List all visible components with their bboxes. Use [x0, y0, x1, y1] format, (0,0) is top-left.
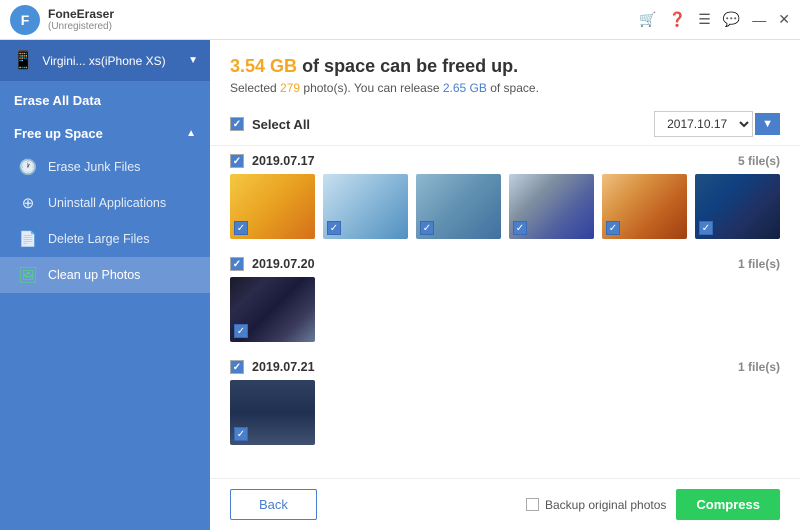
- sidebar-item-erase-junk[interactable]: 🕐 Erase Junk Files: [0, 149, 210, 185]
- select-all-bar: ✓ Select All 2017.10.17 2018.01.01 2019.…: [210, 103, 800, 146]
- sidebar-freeup-label: Free up Space: [14, 126, 103, 141]
- desc-count: 279: [280, 81, 300, 95]
- freed-desc: Selected 279 photo(s). You can release 2…: [230, 81, 780, 95]
- photo-thumb[interactable]: ✓: [416, 174, 501, 239]
- date-dropdown[interactable]: 2017.10.17 2018.01.01 2019.07.17 ▼: [654, 111, 780, 137]
- back-button[interactable]: Back: [230, 489, 317, 520]
- desc-prefix: Selected: [230, 81, 280, 95]
- thumb-checkbox[interactable]: ✓: [513, 221, 527, 235]
- backup-text: Backup original photos: [545, 498, 666, 512]
- thumb-checkbox[interactable]: ✓: [234, 324, 248, 338]
- app-info: FoneEraser (Unregistered): [48, 7, 114, 32]
- app-name: FoneEraser: [48, 7, 114, 21]
- minimize-btn[interactable]: —: [752, 12, 766, 28]
- date-select[interactable]: 2017.10.17 2018.01.01 2019.07.17: [654, 111, 753, 137]
- sidebar-item-label: Uninstall Applications: [48, 196, 166, 210]
- select-all-left: ✓ Select All: [230, 117, 310, 132]
- sidebar-erase-title: Erase All Data: [0, 81, 210, 116]
- photo-thumb[interactable]: ✓: [230, 174, 315, 239]
- sidebar-item-delete-large[interactable]: 📄 Delete Large Files: [0, 221, 210, 257]
- titlebar-controls: 🛒 ❓ ☰ 💬 — ✕: [639, 11, 790, 28]
- date-group-1-header: ✓ 2019.07.17 5 file(s): [230, 146, 780, 174]
- photo-thumb[interactable]: ✓: [602, 174, 687, 239]
- freed-text: of space can be freed up.: [302, 56, 518, 76]
- group3-checkbox[interactable]: ✓: [230, 360, 244, 374]
- group2-checkbox[interactable]: ✓: [230, 257, 244, 271]
- group3-file-count: 1 file(s): [738, 360, 780, 374]
- main-layout: 📱 Virgini... xs(iPhone XS) ▼ Erase All D…: [0, 40, 800, 530]
- sidebar: 📱 Virgini... xs(iPhone XS) ▼ Erase All D…: [0, 40, 210, 530]
- sidebar-freeup-section: Free up Space ▲: [0, 116, 210, 149]
- photo-area: ✓ 2019.07.17 5 file(s) ✓ ✓ ✓: [210, 146, 800, 478]
- sidebar-item-label: Erase Junk Files: [48, 160, 140, 174]
- titlebar-left: F FoneEraser (Unregistered): [10, 5, 114, 35]
- content-area: 3.54 GB of space can be freed up. Select…: [210, 40, 800, 530]
- date-group-2-header-left: ✓ 2019.07.20: [230, 257, 315, 271]
- group2-date: 2019.07.20: [252, 257, 315, 271]
- desc-release: 2.65 GB: [443, 81, 487, 95]
- date-group-3: ✓ 2019.07.21 1 file(s) ✓: [230, 352, 780, 445]
- phone-icon: 📱: [12, 50, 34, 71]
- date-group-2: ✓ 2019.07.20 1 file(s) ✓: [230, 249, 780, 342]
- select-all-label: Select All: [252, 117, 310, 132]
- footer: Back Backup original photos Compress: [210, 478, 800, 530]
- titlebar: F FoneEraser (Unregistered) 🛒 ❓ ☰ 💬 — ✕: [0, 0, 800, 40]
- group1-file-count: 5 file(s): [738, 154, 780, 168]
- photo-thumb[interactable]: ✓: [230, 277, 315, 342]
- group1-photo-grid: ✓ ✓ ✓ ✓ ✓ ✓: [230, 174, 780, 239]
- date-dropdown-btn[interactable]: ▼: [755, 113, 780, 135]
- group1-date: 2019.07.17: [252, 154, 315, 168]
- group3-date: 2019.07.21: [252, 360, 315, 374]
- photo-thumb[interactable]: ✓: [230, 380, 315, 445]
- photo-thumb[interactable]: ✓: [695, 174, 780, 239]
- content-header: 3.54 GB of space can be freed up. Select…: [210, 40, 800, 103]
- date-group-3-header: ✓ 2019.07.21 1 file(s): [230, 352, 780, 380]
- group1-checkbox[interactable]: ✓: [230, 154, 244, 168]
- backup-checkbox[interactable]: [526, 498, 539, 511]
- photo-icon: 🖼: [18, 266, 38, 284]
- sidebar-item-label: Delete Large Files: [48, 232, 149, 246]
- freed-size: 3.54 GB: [230, 56, 297, 76]
- footer-right: Backup original photos Compress: [526, 489, 780, 520]
- question-icon[interactable]: ❓: [669, 11, 686, 28]
- clock-icon: 🕐: [18, 158, 38, 176]
- thumb-checkbox[interactable]: ✓: [420, 221, 434, 235]
- group3-photo-grid: ✓: [230, 380, 780, 445]
- date-group-1-header-left: ✓ 2019.07.17: [230, 154, 315, 168]
- photo-thumb[interactable]: ✓: [323, 174, 408, 239]
- desc-suffix: of space.: [487, 81, 539, 95]
- menu-icon[interactable]: ☰: [698, 11, 711, 28]
- app-icon: F: [10, 5, 40, 35]
- chevron-up-icon: ▲: [186, 128, 196, 139]
- cart-icon[interactable]: 🛒: [639, 11, 656, 28]
- compress-button[interactable]: Compress: [676, 489, 780, 520]
- feedback-icon[interactable]: 💬: [723, 11, 740, 28]
- group2-file-count: 1 file(s): [738, 257, 780, 271]
- device-name: Virgini... xs(iPhone XS): [42, 54, 180, 68]
- thumb-checkbox[interactable]: ✓: [699, 221, 713, 235]
- date-group-3-header-left: ✓ 2019.07.21: [230, 360, 315, 374]
- thumb-checkbox[interactable]: ✓: [327, 221, 341, 235]
- sidebar-item-uninstall-apps[interactable]: ⊕ Uninstall Applications: [0, 185, 210, 221]
- app-subtitle: (Unregistered): [48, 21, 114, 32]
- group2-photo-grid: ✓: [230, 277, 780, 342]
- file-icon: 📄: [18, 230, 38, 248]
- desc-mid: photo(s). You can release: [300, 81, 443, 95]
- device-selector[interactable]: 📱 Virgini... xs(iPhone XS) ▼: [0, 40, 210, 81]
- thumb-checkbox[interactable]: ✓: [234, 221, 248, 235]
- close-btn[interactable]: ✕: [778, 11, 790, 28]
- date-group-2-header: ✓ 2019.07.20 1 file(s): [230, 249, 780, 277]
- date-group-1: ✓ 2019.07.17 5 file(s) ✓ ✓ ✓: [230, 146, 780, 239]
- thumb-checkbox[interactable]: ✓: [234, 427, 248, 441]
- select-all-checkbox[interactable]: ✓: [230, 117, 244, 131]
- apps-icon: ⊕: [18, 194, 38, 212]
- photo-thumb[interactable]: ✓: [509, 174, 594, 239]
- backup-label: Backup original photos: [526, 498, 666, 512]
- sidebar-item-clean-photos[interactable]: 🖼 Clean up Photos: [0, 257, 210, 293]
- sidebar-item-label: Clean up Photos: [48, 268, 140, 282]
- chevron-down-icon: ▼: [188, 55, 198, 66]
- freed-space-line: 3.54 GB of space can be freed up.: [230, 56, 780, 77]
- thumb-checkbox[interactable]: ✓: [606, 221, 620, 235]
